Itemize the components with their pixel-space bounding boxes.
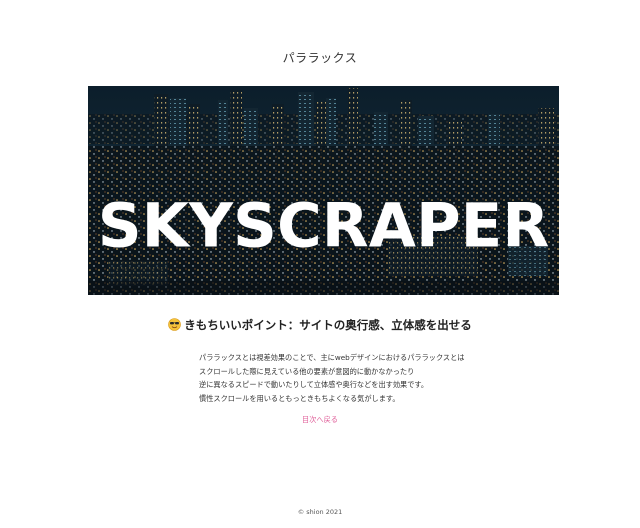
hero-overlay-text: SKYSCRAPER [97, 190, 550, 262]
paragraph-line: パララックスとは視差効果のことで、主にwebデザインにおけるパララックスとは [199, 353, 465, 362]
back-to-toc-link[interactable]: 目次へ戻る [0, 415, 640, 425]
page-title: パララックス [282, 51, 358, 65]
paragraph-line: 慣性スクロールを用いるともっときもちよくなる気がします。 [199, 393, 400, 403]
paragraph-line: スクロールした際に見えている他の要素が意図的に動かなかったり [199, 366, 415, 376]
page: パララックス SKYSCRAPER きもちいいポイント：サイトの奥行感、立体感を… [0, 0, 640, 528]
section-heading: きもちいいポイント：サイトの奥行感、立体感を出せる [0, 317, 640, 333]
body-text: パララックスとは視差効果のことで、主にwebデザインにおけるパララックスとは ス… [199, 351, 499, 405]
footer-copyright: © shion 2021 [297, 508, 343, 516]
paragraph-line: 逆に異なるスピードで動いたりして立体感や奥行などを出す効果です。 [199, 380, 429, 389]
section-heading-text: きもちいいポイント：サイトの奥行感、立体感を出せる [184, 318, 472, 332]
smiling-face-with-sunglasses-icon [168, 318, 182, 331]
hero-image: SKYSCRAPER [88, 86, 559, 295]
